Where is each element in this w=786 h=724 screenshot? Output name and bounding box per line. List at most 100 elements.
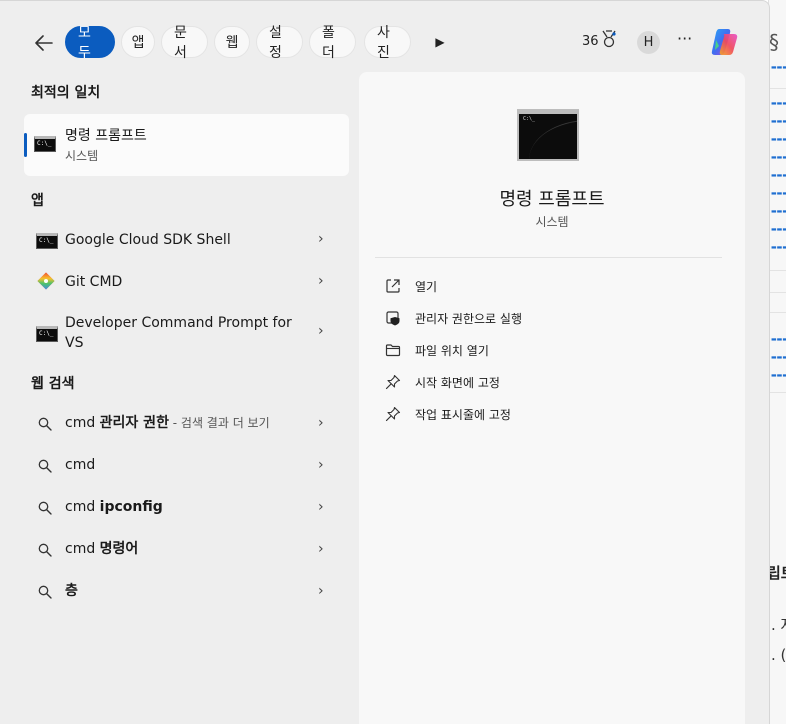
command-prompt-icon: C:\_ [34,136,56,152]
web-result-label: cmd [65,455,95,475]
app-label: Git CMD [65,274,123,290]
chevron-right-icon[interactable]: › [318,273,324,289]
web-result-label: cmd 명령어 [65,539,138,559]
best-match-item[interactable]: C:\_ 명령 프롬프트 시스템 [24,114,349,176]
git-icon [37,272,55,290]
web-result-label: 층 [65,581,78,601]
search-icon [38,417,52,431]
app-label-line1: Developer Command Prompt for [65,315,292,331]
web-query-bold: 관리자 권한 [99,415,169,431]
web-result-item[interactable]: cmd ipconfig › [24,495,349,521]
best-match-subtitle: 시스템 [65,149,99,163]
action-label: 파일 위치 열기 [415,344,489,358]
background-link: ▬▬▬▬ [771,154,786,161]
web-search-heading: 웹 검색 [31,376,75,392]
pin-icon [385,406,401,422]
tab-photos[interactable]: 사진 [364,25,411,61]
tab-apps[interactable]: 앱 [121,26,155,58]
tab-all[interactable]: 모두 [65,25,115,61]
web-result-item[interactable]: 층 › [24,579,349,605]
list-item-git-cmd[interactable]: Git CMD › [24,269,349,295]
background-text: . ( [771,646,786,664]
preview-pane: C:\_ 명령 프롬프트 시스템 열기 관리자 권한으로 실행 파일 위치 열기… [359,72,745,724]
more-options-icon[interactable]: ··· [677,29,692,48]
action-label: 열기 [415,280,438,294]
action-pin-to-start[interactable]: 시작 화면에 고정 [385,372,705,394]
web-query-prefix: cmd [65,457,96,473]
background-link: ▬▬▬▬ [771,372,786,379]
background-separator [769,88,786,89]
chevron-right-icon[interactable]: › [318,499,324,515]
background-link: ▬▬▬▬ [771,118,786,125]
web-query-bold: 명령어 [99,541,139,557]
rewards-medal-icon[interactable] [601,30,617,52]
app-label: Google Cloud SDK Shell [65,232,231,248]
tab-documents[interactable]: 문서 [161,25,208,61]
chevron-right-icon[interactable]: › [318,541,324,557]
back-arrow-icon [35,35,53,51]
background-separator [769,312,786,313]
preview-subtitle: 시스템 [535,215,569,229]
web-result-label: cmd ipconfig [65,497,163,517]
action-pin-to-taskbar[interactable]: 작업 표시줄에 고정 [385,404,705,426]
tab-settings[interactable]: 설정 [256,25,303,61]
search-icon [38,543,52,557]
shield-admin-icon [386,311,400,326]
background-link: ▬▬▬▬ [771,244,786,251]
action-open-file-location[interactable]: 파일 위치 열기 [385,340,705,362]
search-icon [38,585,52,599]
web-query-prefix: cmd [65,499,100,515]
action-label: 시작 화면에 고정 [415,376,500,390]
chevron-right-icon[interactable]: › [318,457,324,473]
back-button[interactable] [30,29,58,57]
chevron-right-icon[interactable]: › [318,231,324,247]
action-label: 관리자 권한으로 실행 [415,312,522,326]
web-query-bold: ipconfig [99,499,163,515]
preview-title: 명령 프롬프트 [499,189,605,210]
background-text: . 자 [771,616,786,634]
open-external-icon [386,279,400,293]
chevron-right-icon[interactable]: › [318,415,324,431]
tab-folders[interactable]: 폴더 [309,25,356,61]
background-heading: 립트 [768,564,786,582]
best-match-title: 명령 프롬프트 [65,128,147,144]
search-icon [38,459,52,473]
list-item-google-cloud-sdk-shell[interactable]: C:\_ Google Cloud SDK Shell › [24,227,349,253]
tab-web[interactable]: 웹 [214,26,250,58]
background-link: ▬▬▬▬ [771,136,786,143]
background-link: ▬▬▬▬ [771,354,786,361]
background-link: ▬▬▬▬ [771,64,786,71]
background-link: ▬▬▬▬ [771,208,786,215]
background-link: ▬▬▬▬ [771,336,786,343]
copilot-icon[interactable] [709,26,741,58]
preview-divider [375,257,722,258]
web-query-bold: 층 [65,583,78,599]
command-prompt-large-icon: C:\_ [517,109,579,161]
folder-icon [385,344,401,357]
search-icon [38,501,52,515]
web-result-label: cmd 관리자 권한 - 검색 결과 더 보기 [65,413,270,433]
web-result-item[interactable]: cmd 관리자 권한 - 검색 결과 더 보기 › [24,411,349,437]
prompt-glyph: C:\_ [523,116,536,122]
background-window-icon: § [769,30,779,54]
background-link: ▬▬▬▬ [771,190,786,197]
list-item-developer-command-prompt[interactable]: C:\_ Developer Command Prompt for VS › [24,312,349,354]
app-label-line2: VS [65,335,84,351]
chevron-right-icon[interactable]: › [318,323,324,339]
apps-heading: 앱 [31,193,44,209]
more-tabs-play-icon[interactable]: ▶ [433,34,447,50]
search-flyout: 모두 앱 문서 웹 설정 폴더 사진 ▶ 36 H ··· 최적의 일치 C:\… [0,0,770,724]
action-open[interactable]: 열기 [385,276,705,298]
action-label: 작업 표시줄에 고정 [415,408,511,422]
web-query-prefix: cmd [65,415,100,431]
web-query-suffix: - 검색 결과 더 보기 [168,416,270,430]
web-query-prefix: cmd [65,541,100,557]
best-match-heading: 최적의 일치 [31,85,101,101]
web-result-item[interactable]: cmd 명령어 › [24,537,349,563]
action-run-as-admin[interactable]: 관리자 권한으로 실행 [385,308,705,330]
cmd-icon: C:\_ [36,233,58,249]
web-result-item[interactable]: cmd › [24,453,349,479]
background-window: § ▬▬▬▬ ▬▬▬▬ ▬▬▬▬ ▬▬▬▬ ▬▬▬▬ ▬▬▬▬ ▬▬▬▬ ▬▬▬… [768,0,786,724]
avatar[interactable]: H [637,31,660,54]
chevron-right-icon[interactable]: › [318,583,324,599]
